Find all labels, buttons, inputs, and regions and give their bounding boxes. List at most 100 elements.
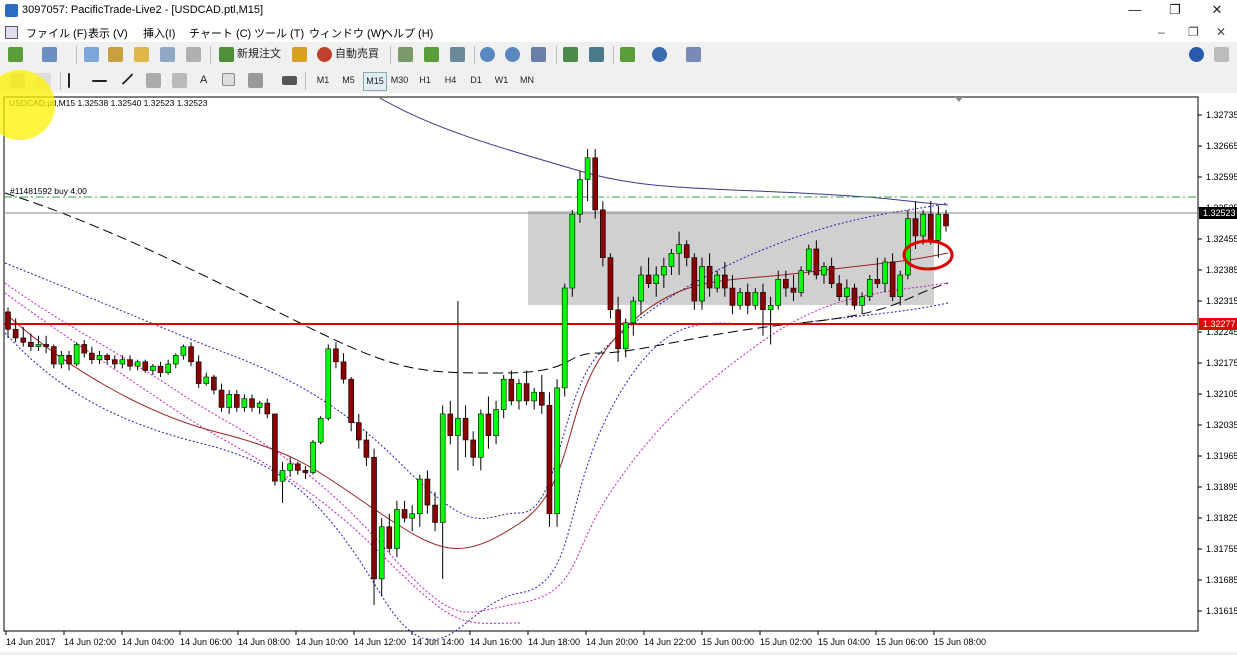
- candle-body: [508, 378, 515, 402]
- fibonacci-icon[interactable]: [172, 73, 187, 88]
- restore-button[interactable]: ❐: [1155, 0, 1195, 22]
- candle-body: [866, 279, 873, 298]
- close-button[interactable]: ✕: [1197, 0, 1237, 22]
- candle-body: [653, 274, 660, 284]
- candle-body: [89, 352, 95, 360]
- timeframe-mn[interactable]: MN: [516, 72, 538, 89]
- chart-area[interactable]: 1.327351.326651.325951.325251.324551.323…: [0, 93, 1237, 652]
- candle-body: [638, 274, 644, 302]
- candle-body: [676, 244, 682, 254]
- arrows-icon[interactable]: [248, 73, 263, 88]
- zoom-out-icon[interactable]: [505, 47, 520, 62]
- period-separator-icon[interactable]: [282, 76, 297, 85]
- timeframe-m30[interactable]: M30: [389, 72, 411, 89]
- strategy-tester-icon[interactable]: [186, 47, 201, 62]
- auto-trading-button[interactable]: 自動売買: [335, 46, 379, 63]
- child-minimize-button[interactable]: –: [1158, 25, 1165, 39]
- candle-body: [554, 387, 560, 515]
- chart-canvas[interactable]: 1.327351.326651.325951.325251.324551.323…: [0, 93, 1237, 652]
- candle-body: [371, 457, 377, 580]
- candle-body: [546, 404, 553, 515]
- minimize-button[interactable]: —: [1115, 0, 1155, 22]
- new-chart-icon[interactable]: [8, 47, 23, 62]
- menu-insert[interactable]: 挿入(I): [143, 25, 175, 41]
- indicators-icon[interactable]: [620, 47, 635, 62]
- candle-body: [683, 244, 690, 258]
- data-window-icon[interactable]: [108, 47, 123, 62]
- menu-view[interactable]: 表示 (V): [88, 25, 128, 41]
- menu-file[interactable]: ファイル (F): [26, 25, 87, 41]
- bar-chart-icon[interactable]: [398, 47, 413, 62]
- text-label-icon[interactable]: [222, 73, 235, 86]
- candle-body: [317, 417, 324, 443]
- candle-body: [203, 376, 210, 384]
- candle-body: [73, 344, 80, 365]
- y-tick-label: 1.32735: [1206, 110, 1237, 120]
- menu-window[interactable]: ウィンドウ (W): [309, 25, 385, 41]
- candle-body: [119, 359, 126, 365]
- candle-body: [523, 383, 530, 402]
- market-watch-icon[interactable]: [84, 47, 99, 62]
- new-order-icon[interactable]: [219, 47, 234, 62]
- timeframe-w1[interactable]: W1: [491, 72, 513, 89]
- menu-chart[interactable]: チャート (C): [189, 25, 251, 41]
- line-chart-icon[interactable]: [450, 47, 465, 62]
- timeframe-m5[interactable]: M5: [338, 72, 360, 89]
- y-tick-label: 1.32455: [1206, 234, 1237, 244]
- trendline-icon[interactable]: [117, 68, 134, 86]
- vertical-line-icon[interactable]: [68, 73, 70, 88]
- candle-body: [584, 157, 591, 180]
- auto-trading-icon[interactable]: [317, 47, 332, 62]
- tile-windows-icon[interactable]: [531, 47, 546, 62]
- candle-body: [561, 287, 568, 389]
- x-tick-label: 15 Jun 08:00: [934, 637, 986, 647]
- candle-body: [195, 361, 202, 384]
- child-close-button[interactable]: ✕: [1216, 25, 1226, 39]
- equidistant-channel-icon[interactable]: [146, 73, 161, 88]
- chart-window-icon[interactable]: [5, 26, 18, 39]
- drawing-toolbar: A M1 M5 M15 M30 H1 H4 D1 W1 MN: [0, 68, 1237, 94]
- timeframe-d1[interactable]: D1: [465, 72, 487, 89]
- child-restore-button[interactable]: ❐: [1188, 25, 1199, 39]
- candle-body: [394, 509, 400, 549]
- templates-icon[interactable]: [686, 47, 701, 62]
- horizontal-line-icon[interactable]: [92, 80, 107, 82]
- autoscroll-icon[interactable]: [563, 47, 578, 62]
- menu-tools[interactable]: ツール (T): [254, 25, 304, 41]
- candle-body: [630, 300, 637, 324]
- candle-body: [790, 287, 797, 293]
- metaeditor-icon[interactable]: [292, 47, 307, 62]
- timeframe-h1[interactable]: H1: [414, 72, 436, 89]
- terminal-icon[interactable]: [160, 47, 175, 62]
- standard-toolbar: 新規注文 自動売買: [0, 42, 1237, 69]
- candle-body: [409, 513, 415, 519]
- menu-help[interactable]: ヘルプ (H): [382, 25, 433, 41]
- candle-body: [35, 344, 42, 347]
- candle-body: [66, 355, 72, 365]
- timeframe-m15[interactable]: M15: [363, 72, 387, 91]
- x-tick-label: 14 Jun 16:00: [470, 637, 522, 647]
- timeframe-m1[interactable]: M1: [312, 72, 334, 89]
- candlestick-icon[interactable]: [424, 47, 439, 62]
- x-tick-label: 14 Jun 12:00: [354, 637, 406, 647]
- text-tool-icon[interactable]: A: [200, 72, 207, 89]
- chat-icon[interactable]: [1214, 47, 1229, 62]
- candle-body: [294, 463, 301, 471]
- search-icon[interactable]: [1189, 47, 1204, 62]
- timeframe-h4[interactable]: H4: [440, 72, 462, 89]
- profiles-icon[interactable]: [42, 47, 57, 62]
- zoom-in-icon[interactable]: [480, 47, 495, 62]
- candle-body: [241, 398, 248, 408]
- y-tick-label: 1.32105: [1206, 389, 1237, 399]
- candle-body: [188, 346, 194, 363]
- chart-shift-icon[interactable]: [589, 47, 604, 62]
- navigator-icon[interactable]: [134, 47, 149, 62]
- candle-body: [58, 355, 65, 365]
- y-tick-label: 1.32385: [1206, 265, 1237, 275]
- new-order-button[interactable]: 新規注文: [237, 46, 281, 63]
- periods-icon[interactable]: [652, 47, 667, 62]
- order-label: #11481592 buy 4.00: [10, 186, 87, 196]
- candle-body: [325, 348, 332, 419]
- candle-body: [493, 409, 499, 436]
- candle-body: [50, 346, 57, 365]
